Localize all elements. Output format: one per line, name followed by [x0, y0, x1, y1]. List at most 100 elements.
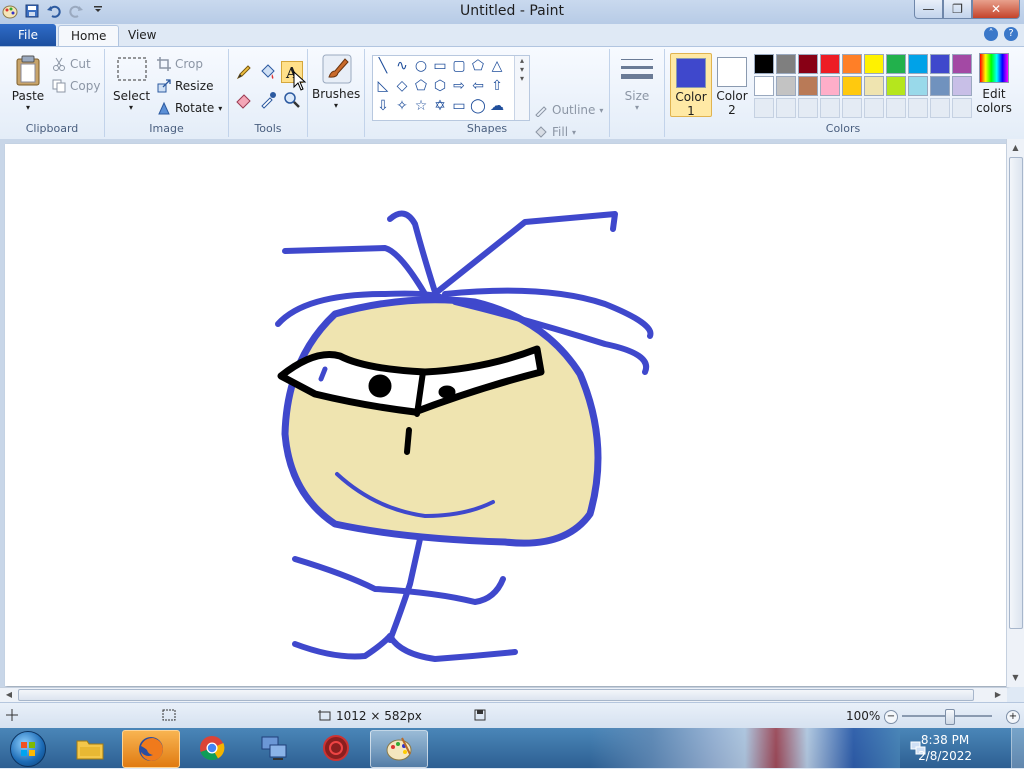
- taskbar-paint[interactable]: [370, 730, 428, 768]
- redo-icon[interactable]: [68, 3, 84, 19]
- minimize-button[interactable]: —: [914, 0, 943, 19]
- size-button[interactable]: Size ▾: [616, 55, 658, 112]
- four-point-star-shape-icon[interactable]: ✧: [394, 98, 410, 114]
- down-arrow-shape-icon[interactable]: ⇩: [375, 98, 391, 114]
- copy-icon: [52, 79, 66, 93]
- window-controls: — ❐ ✕: [914, 0, 1020, 19]
- fill-tool[interactable]: [257, 61, 279, 83]
- crop-button[interactable]: Crop: [157, 55, 203, 73]
- callout-oval-shape-icon[interactable]: ◯: [470, 98, 486, 114]
- outline-icon: [534, 103, 548, 118]
- size-label: Size: [624, 89, 650, 103]
- start-button[interactable]: [4, 729, 52, 767]
- eraser-tool[interactable]: [233, 89, 255, 111]
- rectangle-shape-icon[interactable]: ▭: [432, 58, 448, 74]
- callout-rect-shape-icon[interactable]: ▭: [451, 98, 467, 114]
- file-size-icon: [474, 709, 486, 721]
- pencil-tool[interactable]: [233, 61, 255, 83]
- select-dropdown-icon[interactable]: ▾: [113, 103, 149, 112]
- rotate-button[interactable]: Rotate ▾: [157, 99, 222, 117]
- up-arrow-shape-icon[interactable]: ⇧: [489, 78, 505, 94]
- copy-button[interactable]: Copy: [52, 77, 100, 95]
- scissors-icon: [52, 57, 66, 71]
- paste-dropdown-icon[interactable]: ▾: [8, 103, 48, 112]
- rotate-dropdown-icon[interactable]: ▾: [218, 104, 222, 113]
- select-icon: [116, 55, 147, 85]
- rounded-rectangle-shape-icon[interactable]: ▢: [451, 58, 467, 74]
- clipboard-group: Paste ▾ Cut Copy Clipboard: [0, 49, 105, 137]
- resize-button[interactable]: Resize: [157, 77, 213, 95]
- tab-view[interactable]: View: [116, 25, 168, 46]
- paste-label: Paste: [11, 89, 45, 103]
- curve-shape-icon[interactable]: ∿: [394, 58, 410, 74]
- scroll-right-icon[interactable]: ▶: [991, 688, 1005, 702]
- taskbar-recorder[interactable]: [308, 730, 364, 766]
- six-point-star-shape-icon[interactable]: ✡: [432, 98, 448, 114]
- customize-qat-icon[interactable]: [90, 3, 106, 19]
- pentagon-shape-icon[interactable]: ⬠: [413, 78, 429, 94]
- cut-button[interactable]: Cut: [52, 55, 91, 73]
- color-picker-tool[interactable]: [257, 89, 279, 111]
- brush-icon: [321, 53, 352, 84]
- fill-icon: [534, 125, 548, 139]
- taskbar-explorer[interactable]: [62, 730, 118, 766]
- crop-icon: [157, 57, 171, 71]
- taskbar-network-app[interactable]: [246, 730, 302, 766]
- face-shape: [281, 296, 602, 547]
- hair-stroke-1: [282, 245, 428, 297]
- canvas-area: ▲ ▼: [0, 139, 1024, 687]
- cloud-shape-icon[interactable]: ☁: [489, 98, 505, 114]
- colors-group: Colors: [665, 49, 1021, 137]
- vertical-scroll-thumb[interactable]: [1009, 157, 1023, 629]
- fill-label: Fill: [552, 125, 569, 139]
- brushes-button[interactable]: Brushes ▾: [312, 53, 360, 110]
- line-shape-icon[interactable]: ╲: [375, 58, 391, 74]
- zoom-slider-thumb[interactable]: [945, 709, 955, 725]
- close-button[interactable]: ✕: [972, 0, 1020, 19]
- polygon-shape-icon[interactable]: ⬠: [470, 58, 486, 74]
- taskbar-chrome[interactable]: [184, 730, 240, 766]
- tab-home[interactable]: Home: [58, 25, 120, 47]
- horizontal-scroll-thumb[interactable]: [18, 689, 974, 701]
- save-icon[interactable]: [24, 3, 40, 19]
- shapes-scroll[interactable]: ▴ ▾ ▾: [514, 56, 529, 120]
- brushes-dropdown-icon[interactable]: ▾: [312, 101, 360, 110]
- scroll-down-icon[interactable]: ▼: [1007, 671, 1024, 685]
- left-arrow-shape-icon[interactable]: ⇦: [470, 78, 486, 94]
- triangle-shape-icon[interactable]: △: [489, 58, 505, 74]
- right-arrow-shape-icon[interactable]: ⇨: [451, 78, 467, 94]
- maximize-button[interactable]: ❐: [943, 0, 972, 19]
- tab-file[interactable]: File: [0, 24, 56, 46]
- nose-stroke: [404, 427, 412, 455]
- paste-button[interactable]: Paste ▾: [8, 55, 48, 112]
- right-triangle-shape-icon[interactable]: ◺: [375, 78, 391, 94]
- crop-label: Crop: [175, 57, 204, 71]
- hexagon-shape-icon[interactable]: ⬡: [432, 78, 448, 94]
- clipboard-group-label: Clipboard: [25, 122, 79, 135]
- eyedropper-icon: [261, 92, 276, 109]
- minimize-ribbon-icon[interactable]: ˄: [984, 27, 998, 41]
- drawing-canvas[interactable]: [5, 144, 1008, 686]
- scroll-left-icon[interactable]: ◀: [2, 688, 16, 702]
- select-button[interactable]: Select ▾: [113, 55, 150, 112]
- folder-icon: [75, 733, 105, 763]
- vertical-scrollbar[interactable]: ▲ ▼: [1006, 139, 1024, 687]
- oval-shape-icon[interactable]: ○: [413, 58, 429, 74]
- horizontal-scrollbar[interactable]: ◀ ▶: [0, 687, 1007, 702]
- taskbar-firefox[interactable]: [122, 730, 180, 768]
- undo-icon[interactable]: [46, 3, 62, 19]
- paint-palette-icon: [384, 734, 414, 764]
- diamond-shape-icon[interactable]: ◇: [394, 78, 410, 94]
- ribbon-tabs: File Home View ˄ ?: [0, 24, 1024, 47]
- help-icon[interactable]: ?: [1004, 27, 1018, 41]
- system-tray: 8:38 PM 2/8/2022: [906, 728, 1024, 768]
- outline-button[interactable]: Outline ▾: [534, 101, 603, 119]
- scroll-up-icon[interactable]: ▲: [1007, 141, 1024, 155]
- show-desktop-button[interactable]: [1011, 728, 1024, 768]
- five-point-star-shape-icon[interactable]: ☆: [413, 98, 429, 114]
- paint-app-icon[interactable]: [2, 3, 18, 19]
- right-pupil: [438, 385, 456, 399]
- zoom-in-button[interactable]: +: [1006, 710, 1020, 724]
- zoom-out-button[interactable]: −: [884, 710, 898, 724]
- taskbar-clock[interactable]: 8:38 PM 2/8/2022: [918, 732, 972, 764]
